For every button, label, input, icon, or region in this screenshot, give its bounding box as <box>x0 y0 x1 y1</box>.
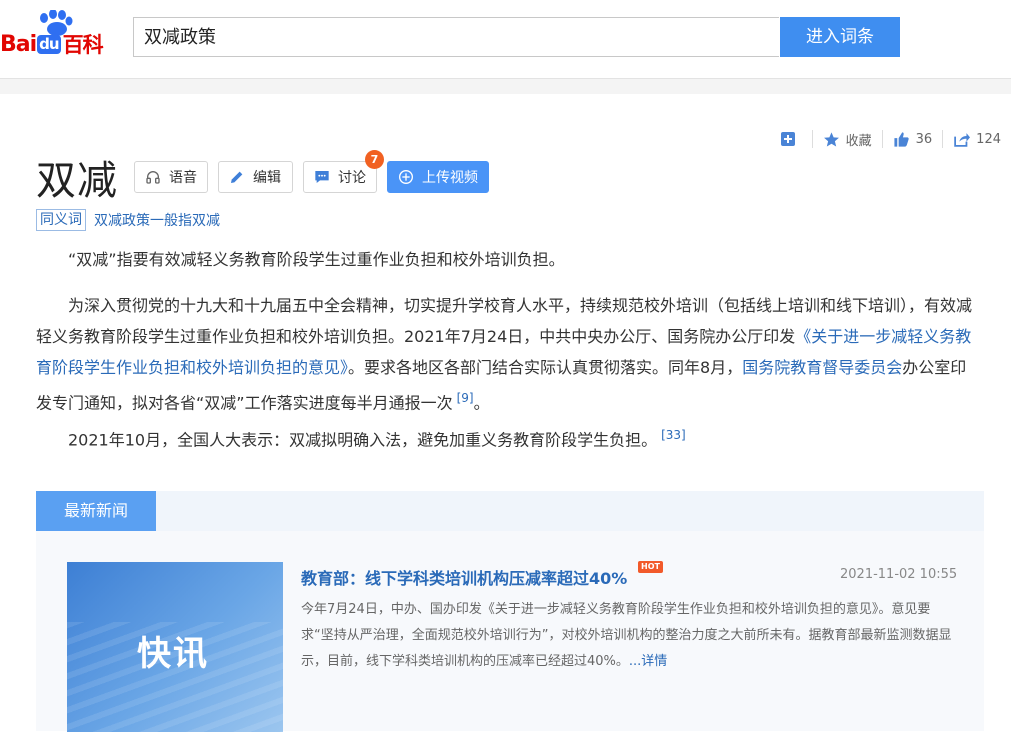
news-date: 2021-11-02 10:55 <box>840 567 958 582</box>
news-item: 快讯 教育部：线下学科类培训机构压减率超过40% HOT 2021-11-02 … <box>36 531 984 732</box>
pencil-icon <box>231 171 243 183</box>
p2-text-end: 。 <box>473 393 490 413</box>
logo-du: du <box>37 34 61 54</box>
upload-video-label: 上传视频 <box>422 170 478 186</box>
logo-baike: 百科 <box>62 33 104 57</box>
add-button[interactable] <box>770 130 812 148</box>
voice-button[interactable]: 语音 <box>134 161 208 193</box>
latest-news-header: 最新新闻 <box>36 491 984 531</box>
collect-button[interactable]: 收藏 <box>811 130 882 149</box>
search-input[interactable]: 双减政策 <box>133 17 779 57</box>
like-count: 36 <box>915 131 933 147</box>
thumbnail-caption: 快讯 <box>137 634 209 674</box>
summary-paragraph-1: “双减”指要有效减轻义务教育阶段学生过重作业负担和校外培训负担。 <box>36 244 976 275</box>
synonym-suffix: 一般指双减 <box>150 213 220 229</box>
education-supervision-committee-link[interactable]: 国务院教育督导委员会 <box>742 358 902 377</box>
p1-text: “双减”指要有效减轻义务教育阶段学生过重作业负担和校外培训负担。 <box>68 250 565 269</box>
star-icon <box>823 131 839 147</box>
chat-bubble-icon <box>315 171 329 183</box>
hot-badge: HOT <box>638 561 663 573</box>
news-desc-text: 今年7月24日，中办、国办印发《关于进一步减轻义务教育阶段学生作业负担和校外培训… <box>301 602 952 669</box>
entry-actions: 收藏 36 124 <box>770 128 1011 150</box>
upload-video-button[interactable]: 上传视频 <box>387 161 489 193</box>
synonym-tag: 同义词 <box>36 209 86 231</box>
voice-label: 语音 <box>169 170 197 186</box>
reference-9[interactable]: [9] <box>457 391 474 405</box>
collect-label: 收藏 <box>845 133 872 149</box>
discuss-count-badge: 7 <box>365 150 384 169</box>
reference-33[interactable]: [33] <box>661 428 686 442</box>
share-button[interactable]: 124 <box>942 130 1011 148</box>
thumbs-up-icon <box>894 131 909 147</box>
share-icon <box>954 132 971 147</box>
baidu-baike-logo[interactable]: Bai du 百科 <box>0 10 125 58</box>
logo-bai: Bai <box>0 31 37 57</box>
share-count: 124 <box>976 131 1001 147</box>
p3-text: 2021年10月，全国人大表示：双减拟明确入法，避免加重义务教育阶段学生负担。 <box>68 430 658 450</box>
like-button[interactable]: 36 <box>881 130 943 148</box>
top-header: Bai du 百科 双减政策 进入词条 <box>0 0 1011 79</box>
summary-paragraph-3: 2021年10月，全国人大表示：双减拟明确入法，避免加重义务教育阶段学生负担。[… <box>36 420 976 455</box>
discuss-button[interactable]: 讨论 <box>303 161 377 193</box>
plus-circle-icon <box>399 170 413 184</box>
p2-text-b: 。要求各地区各部门结合实际认真贯彻落实。同年8月， <box>348 358 743 377</box>
synonym-link[interactable]: 双减政策 <box>94 210 150 230</box>
news-thumbnail[interactable]: 快讯 <box>67 562 283 732</box>
entry-title: 双减 <box>36 159 118 203</box>
news-description: 今年7月24日，中办、国办印发《关于进一步减轻义务教育阶段学生作业负担和校外培训… <box>301 597 961 675</box>
latest-news-tab[interactable]: 最新新闻 <box>36 491 156 531</box>
edit-button[interactable]: 编辑 <box>218 161 293 193</box>
news-more-link[interactable]: ...详情 <box>629 654 667 669</box>
logo-wordmark: Bai du 百科 <box>0 31 104 58</box>
synonym-row: 同义词 双减政策 一般指双减 <box>36 209 220 231</box>
edit-label: 编辑 <box>253 170 281 186</box>
news-title-link[interactable]: 教育部：线下学科类培训机构压减率超过40% <box>301 565 627 589</box>
plus-square-icon <box>780 132 795 146</box>
summary-paragraph-2: 为深入贯彻党的十九大和十九届五中全会精神，切实提升学校育人水平，持续规范校外培训… <box>36 290 976 418</box>
enter-entry-button[interactable]: 进入词条 <box>780 17 900 57</box>
headphones-icon <box>146 171 160 184</box>
discuss-label: 讨论 <box>338 170 366 186</box>
